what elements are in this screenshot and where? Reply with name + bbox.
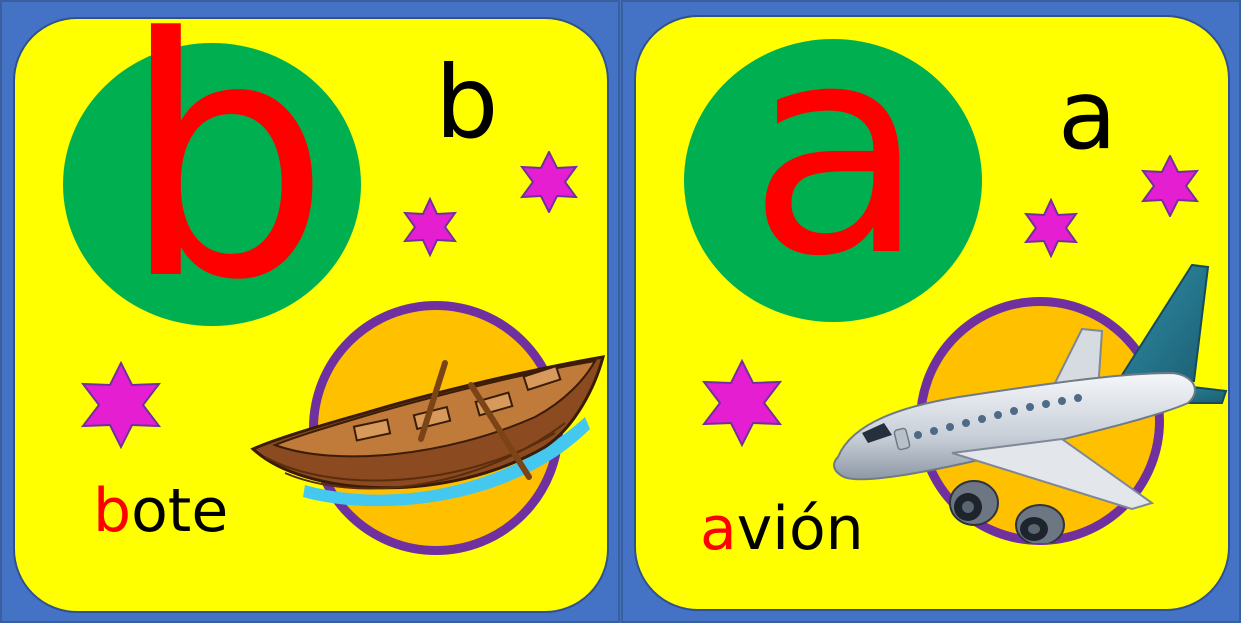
- star-icon: [701, 359, 783, 447]
- word-first-letter: b: [93, 476, 132, 546]
- word-label: avión: [700, 499, 864, 559]
- word-first-letter: a: [700, 494, 737, 564]
- rowboat-icon: [250, 355, 605, 507]
- flashcard-panel-b: b b bote: [0, 0, 620, 623]
- word-rest: ote: [131, 476, 229, 546]
- star-icon: [519, 151, 579, 213]
- star-icon: [402, 196, 458, 258]
- star-icon: [80, 361, 162, 449]
- word-label: bote: [93, 481, 228, 541]
- small-letter: a: [1058, 59, 1117, 171]
- flashcard-b: b b bote: [13, 17, 609, 613]
- small-letter: b: [435, 44, 499, 161]
- word-rest: vión: [736, 494, 864, 564]
- star-icon: [1023, 197, 1079, 259]
- flashcard-panel-a: a a avión: [621, 0, 1241, 623]
- airplane-icon: [833, 263, 1228, 543]
- big-letter: a: [748, 15, 926, 320]
- flashcard-a: a a avión: [634, 15, 1230, 611]
- big-letter: b: [121, 17, 331, 352]
- star-icon: [1140, 155, 1200, 217]
